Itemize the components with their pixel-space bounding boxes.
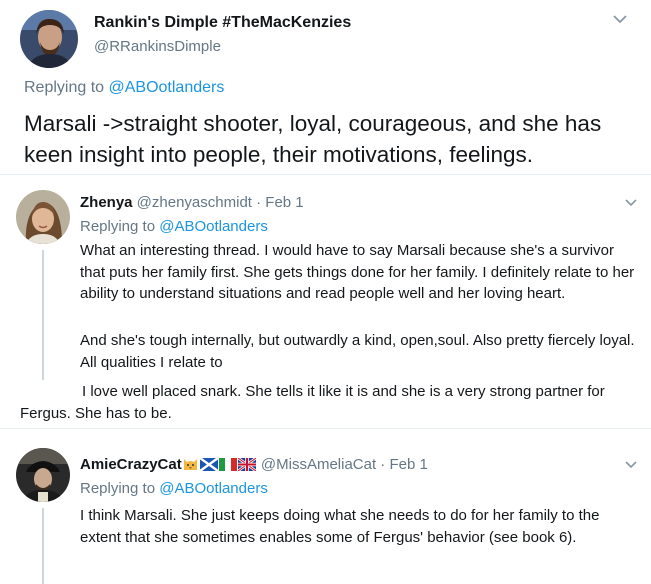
chevron-down-icon[interactable] [625, 198, 637, 207]
replying-to-label: Replying to [80, 480, 160, 497]
tweet-text-paragraph: What an interesting thread. I would have… [80, 242, 635, 302]
chevron-down-icon[interactable] [613, 14, 627, 24]
replying-to: Replying to @ABOotlanders [80, 480, 268, 497]
author-handle-date[interactable]: @MissAmeliaCat · Feb 1 [257, 456, 428, 473]
uk-flag-emoji [237, 458, 256, 471]
reply-header: Zhenya @zhenyaschmidt · Feb 1 [80, 194, 304, 211]
replying-to-mention[interactable]: @ABOotlanders [159, 480, 268, 497]
cat-face-emoji [182, 456, 199, 471]
reply-tweet: Zhenya @zhenyaschmidt · Feb 1 Replying t… [0, 176, 651, 429]
tweet-text-paragraph: I love well placed snark. She tells it l… [20, 383, 605, 422]
replying-to-mention[interactable]: @ABOotlanders [159, 218, 268, 235]
author-handle[interactable]: @RRankinsDimple [94, 38, 221, 55]
main-tweet: Rankin's Dimple #TheMacKenzies @RRankins… [0, 0, 651, 175]
tweet-text: Marsali ->straight shooter, loyal, coura… [24, 111, 602, 167]
avatar[interactable] [20, 10, 78, 68]
author-name[interactable]: Zhenya [80, 194, 133, 211]
tweet-text-paragraph: I think Marsali. She just keeps doing wh… [80, 507, 600, 546]
reply-tweet: AmieCrazyCat @MissAmeliaCat · Feb 1 Repl… [0, 430, 651, 584]
replying-to: Replying to @ABOotlanders [80, 218, 268, 235]
tweet-text-paragraph: And she's tough internally, but outwardl… [80, 332, 635, 371]
thread-line [42, 508, 44, 584]
replying-to: Replying to @ABOotlanders [24, 79, 224, 97]
author-name[interactable]: AmieCrazyCat [80, 456, 182, 473]
italy-flag-emoji [218, 458, 237, 471]
replying-to-label: Replying to [24, 79, 109, 96]
author-name[interactable]: Rankin's Dimple #TheMacKenzies [94, 14, 351, 32]
reply-header: AmieCrazyCat @MissAmeliaCat · Feb 1 [80, 456, 428, 473]
tweet-thread: Rankin's Dimple #TheMacKenzies @RRankins… [0, 0, 651, 584]
chevron-down-icon[interactable] [625, 460, 637, 469]
replying-to-label: Replying to [80, 218, 160, 235]
scotland-flag-emoji [199, 458, 218, 471]
replying-to-mention[interactable]: @ABOotlanders [109, 79, 225, 96]
avatar-photo-icon [16, 448, 70, 502]
avatar[interactable] [16, 448, 70, 502]
avatar-photo-icon [16, 190, 70, 244]
thread-line [42, 250, 44, 380]
avatar-photo-icon [20, 10, 78, 68]
avatar[interactable] [16, 190, 70, 244]
author-handle-date[interactable]: @zhenyaschmidt · Feb 1 [133, 194, 304, 211]
